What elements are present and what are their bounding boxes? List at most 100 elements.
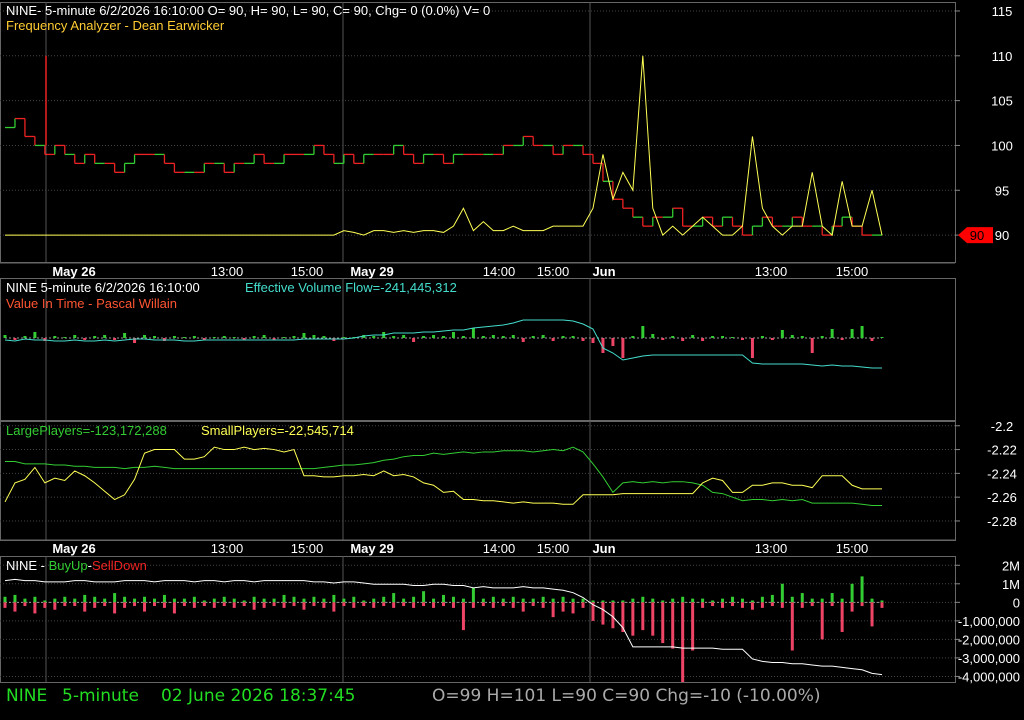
buy-up-bar <box>3 596 7 603</box>
buy-up-bar <box>292 596 296 603</box>
sell-down-bar <box>33 602 37 614</box>
sell-down-bar <box>83 602 87 612</box>
buy-up-bar <box>541 596 545 603</box>
chart-canvas: 90 95 100 105 110 115 90 NINE- 5-minute 6/2/202… <box>0 2 1020 684</box>
sell-down-bar <box>43 602 47 608</box>
buy-up-bar <box>282 594 286 603</box>
buy-up-bar <box>671 598 675 603</box>
sell-down-bar <box>661 602 665 644</box>
sell-down-bar <box>631 602 635 636</box>
buy-up-bar <box>880 600 884 603</box>
volume-flow-bar <box>731 337 735 338</box>
volume-flow-bar <box>282 337 286 338</box>
buy-up-bar <box>442 594 445 603</box>
buy-up-bar <box>531 598 535 603</box>
volume-flow-bar <box>302 333 306 338</box>
buy-up-bar <box>621 600 625 603</box>
buy-up-bar <box>810 598 814 603</box>
sell-down-bar <box>202 602 206 607</box>
buy-up-bar <box>143 596 147 603</box>
sell-down-bar <box>442 602 445 607</box>
sell-down-bar <box>53 602 57 610</box>
sell-down-bar <box>800 602 804 608</box>
volume-flow-bar <box>750 338 754 358</box>
volume-flow-bar <box>491 335 495 338</box>
buy-up-bar <box>202 600 206 603</box>
volume-flow-bar <box>611 338 615 346</box>
y-tick-label: -2.26 <box>987 490 1017 505</box>
sell-down-bar <box>322 602 326 608</box>
volume-flow-bar <box>103 335 107 338</box>
buy-up-bar <box>33 596 37 603</box>
volume-flow-bar <box>232 337 236 338</box>
volume-flow-bar <box>412 338 416 342</box>
volume-flow-bar <box>770 338 774 340</box>
volume-flow-bar <box>23 336 27 338</box>
volume-flow-bar <box>830 329 834 338</box>
buy-up-bar <box>651 598 655 603</box>
sell-down-bar <box>481 602 485 607</box>
buy-up-bar <box>631 598 635 603</box>
buy-up-bar <box>511 596 515 603</box>
volume-flow-bar <box>192 336 196 338</box>
x-tick-label: Jun <box>592 264 615 279</box>
sell-down-bar <box>113 602 117 614</box>
buy-up-bar <box>701 598 705 603</box>
sell-down-bar <box>13 602 17 612</box>
panel1-header: NINE- 5-minute 6/2/2026 16:10:00 O= 90, … <box>6 3 490 18</box>
buy-up-bar <box>501 598 505 603</box>
x-tick-label: 15:00 <box>836 264 869 279</box>
y-tick-label: -2.24 <box>987 466 1017 481</box>
x-tick-label: May 29 <box>350 264 393 279</box>
buy-up-bar <box>521 598 525 603</box>
panel-frame-1 <box>0 2 956 263</box>
sell-down-bar <box>342 602 346 607</box>
buy-up-bar <box>53 598 57 603</box>
buy-up-bar <box>342 598 346 603</box>
volume-flow-bar <box>810 338 814 353</box>
small-players-label: SmallPlayers=-22,545,714 <box>201 423 354 438</box>
sell-down-bar <box>63 602 67 607</box>
sell-down-bar <box>93 602 97 608</box>
sell-down-bar <box>790 602 794 651</box>
sell-down-bar <box>182 602 186 607</box>
sell-down-bar <box>3 602 7 608</box>
volume-flow-bar <box>641 326 645 338</box>
sell-down-bar <box>352 602 356 608</box>
y-tick-label: -1,000,000 <box>958 614 1020 629</box>
buy-up-bar <box>172 598 176 603</box>
large-players-label: LargePlayers=-123,172,288 <box>6 423 167 438</box>
last-price-label: 90 <box>970 228 984 243</box>
buy-up-bar <box>272 598 276 603</box>
buy-up-bar <box>252 596 256 603</box>
volume-flow-bar <box>172 336 176 338</box>
sell-down-bar <box>671 602 675 649</box>
buy-up-bar <box>451 596 455 603</box>
volume-flow-bar <box>292 336 296 338</box>
sell-down-bar <box>412 602 416 608</box>
sell-down-bar <box>302 602 306 610</box>
volume-flow-bar <box>860 326 864 338</box>
buy-up-bar <box>731 596 735 603</box>
buy-up-bar <box>222 596 226 603</box>
buy-up-bar <box>740 598 744 603</box>
buy-up-bar <box>461 598 465 603</box>
volume-flow-bar <box>721 336 725 338</box>
volume-flow-bar <box>481 336 485 338</box>
volume-flow-bar <box>3 335 7 338</box>
buy-up-bar <box>770 594 774 603</box>
y-tick-label: -2.28 <box>987 514 1017 529</box>
sell-down-bar <box>222 602 226 607</box>
sell-down-bar <box>880 602 884 608</box>
volume-flow-bar <box>541 335 545 338</box>
volume-flow-bar <box>83 338 87 340</box>
volume-flow-bar <box>681 338 685 341</box>
panel-frame-4 <box>0 556 956 683</box>
buy-up-bar <box>23 598 27 603</box>
sell-down-bar <box>242 602 246 607</box>
sell-down-bar <box>691 602 695 651</box>
sell-down-bar <box>192 602 196 608</box>
buy-up-bar <box>491 596 495 603</box>
sell-down-bar <box>73 602 77 607</box>
sell-down-bar <box>870 602 874 627</box>
